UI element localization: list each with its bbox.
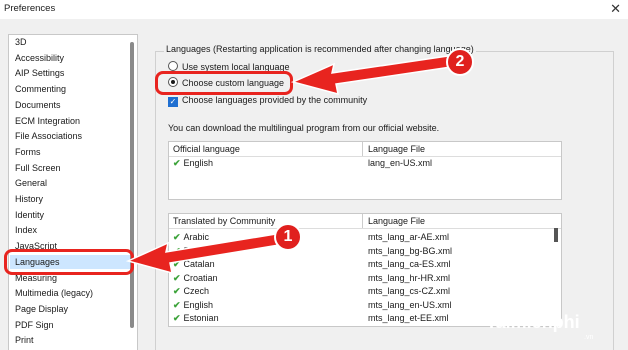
sidebar-item-commenting[interactable]: Commenting	[15, 82, 66, 96]
table-header: Translated by Community Language File	[169, 214, 561, 229]
sidebar-item-multimedia-legacy[interactable]: Multimedia (legacy)	[15, 286, 93, 300]
sidebar-item-documents[interactable]: Documents	[15, 98, 61, 112]
check-icon: ✔	[173, 313, 181, 323]
sidebar-item-file-associations[interactable]: File Associations	[15, 129, 82, 143]
step-1-badge: 1	[274, 223, 302, 251]
radio-unchecked-icon[interactable]	[168, 61, 178, 71]
languages-group-title: Languages (Restarting application is rec…	[164, 44, 476, 54]
window-title: Preferences	[4, 3, 56, 14]
check-icon: ✔	[173, 286, 181, 296]
language-name: Estonian	[183, 313, 219, 323]
table-row[interactable]: ✔ Estonian	[173, 311, 219, 325]
table-header: Official language Language File	[169, 142, 561, 157]
language-file: mts_lang_bg-BG.xml	[368, 245, 453, 256]
language-name: English	[183, 158, 214, 168]
check-icon: ✔	[173, 259, 181, 269]
preferences-sidebar[interactable]: 3D Accessibility AIP Settings Commenting…	[8, 34, 138, 350]
languages-item-highlight	[4, 249, 134, 275]
translated-by-community-header: Translated by Community	[173, 216, 276, 226]
table-row[interactable]: ✔ Catalan	[173, 257, 215, 271]
language-name: Arabic	[183, 232, 210, 242]
close-icon[interactable]: ✕	[610, 1, 621, 17]
language-file: lang_en-US.xml	[368, 158, 433, 168]
table-row[interactable]: ✔ Czech	[173, 284, 209, 298]
check-icon: ✔	[173, 272, 181, 283]
language-file: mts_lang_cs-CZ.xml	[368, 286, 451, 296]
language-name: Catalan	[183, 259, 215, 269]
table-row[interactable]: ✔ Arabic	[173, 230, 209, 244]
language-name: Bulgarian	[183, 245, 222, 256]
table-row[interactable]: ✔ Bulgarian	[173, 244, 222, 258]
sidebar-item-history[interactable]: History	[15, 192, 43, 206]
sidebar-scrollbar[interactable]	[130, 42, 134, 328]
sidebar-item-general[interactable]: General	[15, 176, 47, 190]
download-info-text: You can download the multilingual progra…	[168, 123, 440, 133]
checkbox-checked-icon[interactable]: ✓	[168, 97, 178, 107]
title-bar: Preferences ✕	[0, 0, 628, 19]
sidebar-item-accessibility[interactable]: Accessibility	[15, 51, 64, 65]
table-scrollbar[interactable]	[554, 228, 558, 242]
language-file-header: Language File	[368, 216, 426, 226]
language-name: Croatian	[183, 272, 218, 283]
official-language-header: Official language	[173, 144, 240, 154]
watermark-logo: Taimienphi	[486, 312, 580, 332]
community-languages-label: Choose languages provided by the communi…	[182, 95, 368, 105]
language-file-header: Language File	[368, 144, 426, 154]
language-file: mts_lang_hr-HR.xml	[368, 272, 451, 283]
language-file: mts_lang_ca-ES.xml	[368, 259, 451, 269]
sidebar-item-identity[interactable]: Identity	[15, 208, 44, 222]
language-file: mts_lang_et-EE.xml	[368, 313, 449, 323]
official-language-table[interactable]: Official language Language File ✔ English…	[168, 141, 562, 200]
sidebar-item-3d[interactable]: 3D	[15, 35, 27, 49]
column-divider[interactable]	[362, 142, 363, 156]
check-icon: ✔	[173, 158, 181, 168]
language-file: mts_lang_en-US.xml	[368, 299, 452, 310]
step-2-badge: 2	[446, 48, 474, 76]
check-icon: ✔	[173, 232, 181, 242]
community-languages-option[interactable]: ✓ Choose languages provided by the commun…	[168, 94, 367, 107]
sidebar-item-ecm-integration[interactable]: ECM Integration	[15, 114, 80, 128]
column-divider[interactable]	[362, 214, 363, 228]
language-file: mts_lang_ar-AE.xml	[368, 232, 450, 242]
sidebar-item-print[interactable]: Print	[15, 333, 34, 347]
sidebar-item-aip-settings[interactable]: AIP Settings	[15, 66, 64, 80]
watermark-suffix: .vn	[584, 334, 594, 341]
table-row[interactable]: ✔ English	[173, 156, 213, 170]
table-row[interactable]: ✔ English	[173, 298, 213, 312]
sidebar-item-index[interactable]: Index	[15, 223, 37, 237]
sidebar-item-forms[interactable]: Forms	[15, 145, 41, 159]
language-name: English	[183, 299, 214, 310]
sidebar-item-full-screen[interactable]: Full Screen	[15, 161, 61, 175]
sidebar-item-page-display[interactable]: Page Display	[15, 302, 68, 316]
table-row[interactable]: ✔ Croatian	[173, 271, 218, 285]
language-name: Czech	[183, 286, 210, 296]
custom-language-highlight	[155, 71, 293, 95]
check-icon: ✔	[173, 299, 181, 310]
community-language-table[interactable]: Translated by Community Language File ✔ A…	[168, 213, 562, 327]
sidebar-item-pdf-sign[interactable]: PDF Sign	[15, 318, 54, 332]
check-icon: ✔	[173, 245, 181, 256]
